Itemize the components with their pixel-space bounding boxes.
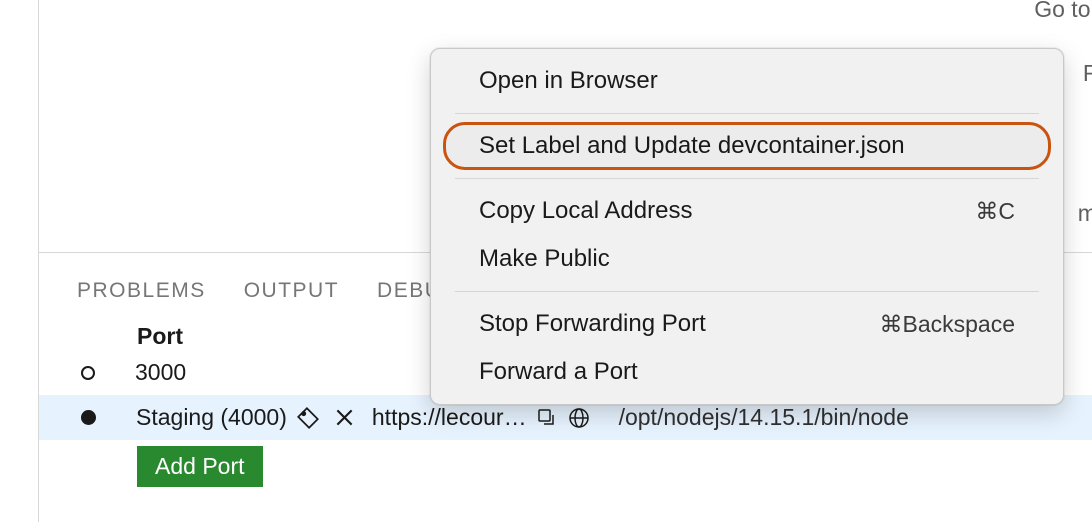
menu-open-in-browser[interactable]: Open in Browser [431,57,1063,105]
add-port-row: Add Port [39,440,1092,487]
fragment-text: Fi [1083,60,1092,87]
menu-set-label-update[interactable]: Set Label and Update devcontainer.json [431,122,1063,170]
port-status-filled-icon [81,410,96,425]
port-label: Staging (4000) [136,404,287,431]
menu-item-label: Set Label and Update devcontainer.json [479,132,905,160]
fragment-text: mi [1078,200,1092,227]
context-menu: Open in Browser Set Label and Update dev… [430,48,1064,405]
menu-item-label: Open in Browser [479,67,658,95]
port-label: 3000 [135,359,186,386]
tab-output[interactable]: OUTPUT [244,279,339,303]
port-status-open-icon [81,366,95,380]
forwarded-address[interactable]: https://lecour… [372,404,527,431]
running-process: /opt/nodejs/14.15.1/bin/node [619,404,909,431]
menu-stop-forwarding[interactable]: Stop Forwarding Port ⌘Backspace [431,300,1063,348]
menu-item-shortcut: ⌘Backspace [879,311,1015,338]
menu-copy-local-address[interactable]: Copy Local Address ⌘C [431,187,1063,235]
menu-separator [455,178,1039,179]
add-port-button[interactable]: Add Port [137,446,263,487]
menu-item-label: Make Public [479,245,610,273]
menu-item-label: Copy Local Address [479,197,692,225]
fragment-text: Go to l [1034,0,1092,23]
menu-make-public[interactable]: Make Public [431,235,1063,283]
globe-icon[interactable] [567,406,591,430]
menu-item-label: Stop Forwarding Port [479,310,706,338]
close-icon[interactable] [335,408,354,427]
menu-forward-port[interactable]: Forward a Port [431,348,1063,396]
tag-icon[interactable] [295,405,321,431]
menu-item-shortcut: ⌘C [975,198,1015,225]
menu-item-label: Forward a Port [479,358,638,386]
menu-separator [455,291,1039,292]
copy-icon[interactable] [535,406,559,430]
tab-problems[interactable]: PROBLEMS [77,279,206,303]
menu-separator [455,113,1039,114]
